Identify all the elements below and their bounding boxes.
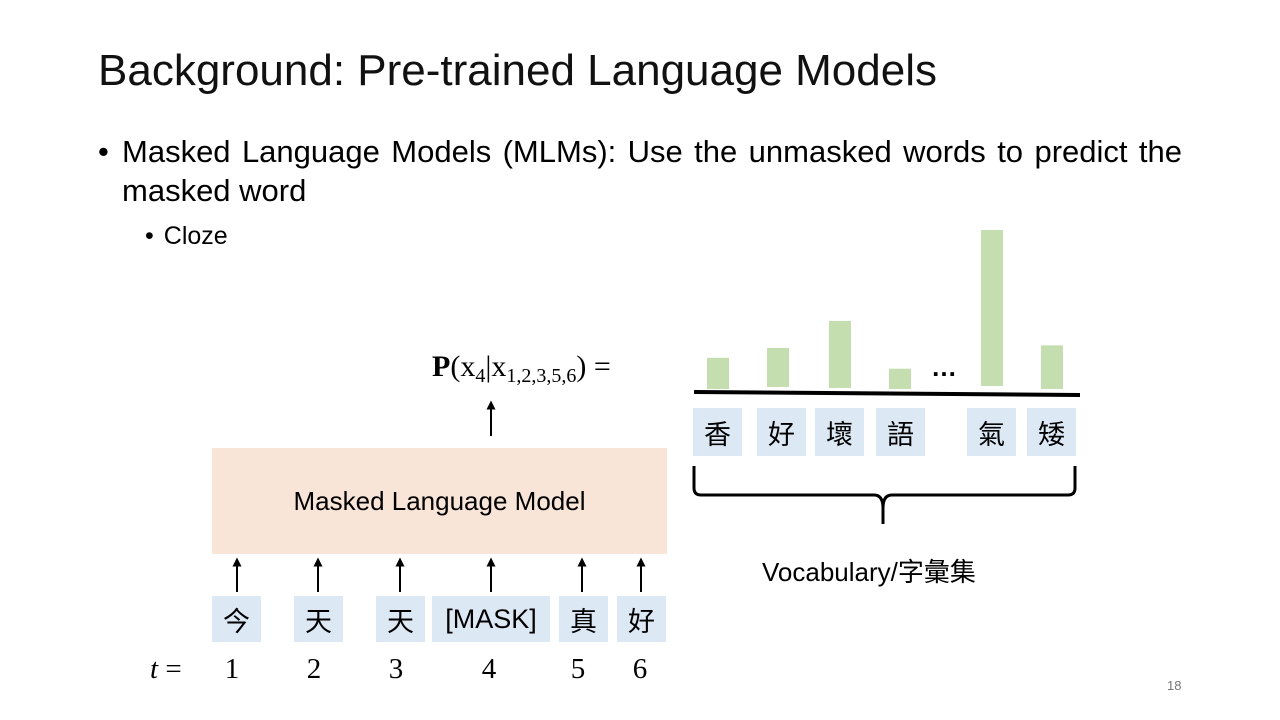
diagram-graphics [232, 230, 1081, 592]
probability-bar [767, 348, 789, 387]
probability-bar [707, 357, 729, 389]
probability-bar [1041, 345, 1063, 389]
vocab-brace [692, 466, 1077, 524]
bar-baseline [693, 390, 1081, 397]
probability-bar [829, 320, 851, 388]
probability-bar [981, 230, 1003, 386]
probability-bars [707, 230, 1063, 389]
probability-bar [889, 368, 911, 389]
